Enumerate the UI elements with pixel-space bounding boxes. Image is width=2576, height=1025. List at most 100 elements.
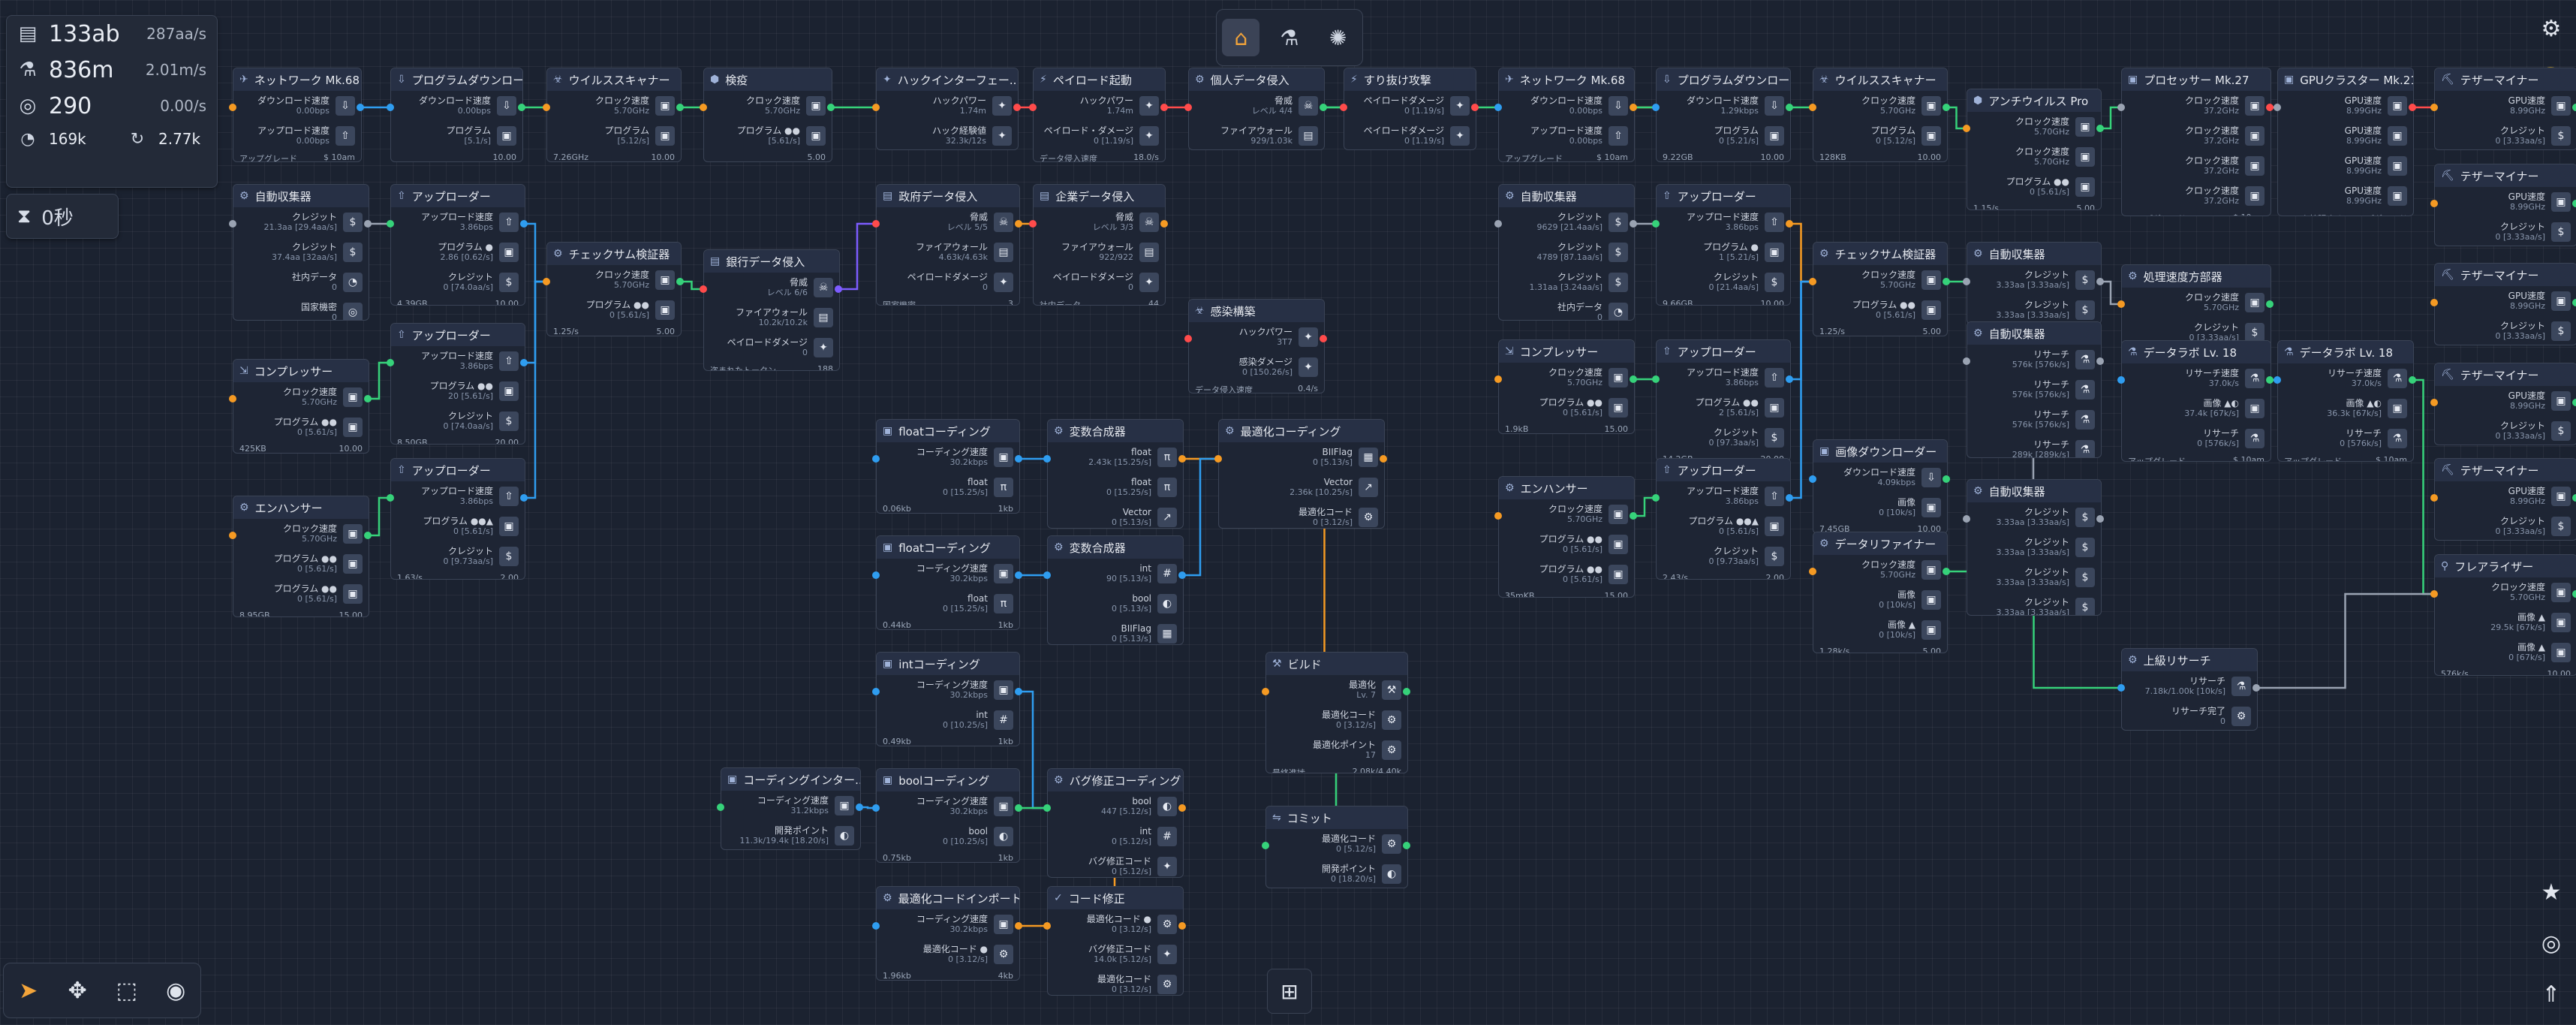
node-row-icon[interactable]: ▣ — [343, 524, 363, 544]
output-port[interactable] — [1015, 571, 1022, 579]
output-port[interactable] — [2266, 300, 2274, 308]
node-row-icon[interactable]: $ — [1608, 213, 1628, 232]
node-row-icon[interactable]: ◐ — [1157, 797, 1177, 816]
node-row-icon[interactable]: ⚙ — [1157, 915, 1177, 934]
output-port[interactable] — [1015, 922, 1022, 930]
output-port[interactable] — [1630, 512, 1637, 520]
node-row-icon[interactable]: ▦ — [1359, 448, 1378, 467]
node-card[interactable]: ▣ GPUクラスター Mk.21 GPU速度 8.99GHz ▣ GPU速度 8.99GHz… — [2277, 68, 2414, 216]
move-tool[interactable]: ✥ — [58, 971, 97, 1010]
node-row-icon[interactable]: ⇩ — [497, 96, 516, 116]
node-row-icon[interactable]: $ — [1608, 273, 1628, 292]
node-card[interactable]: ✓ コード修正 最適化コード ● 0 [3.12/s] ⚙ バグ修正コード 14.0k [5… — [1047, 886, 1184, 996]
input-port[interactable] — [1043, 804, 1051, 812]
output-port[interactable] — [1943, 104, 1950, 111]
input-port[interactable] — [229, 104, 236, 111]
node-row-icon[interactable]: # — [1157, 827, 1177, 846]
node-row-icon[interactable]: ▣ — [1765, 126, 1784, 146]
node-row-icon[interactable]: ▣ — [2551, 643, 2571, 662]
output-port[interactable] — [1178, 922, 1186, 930]
output-port[interactable] — [2572, 200, 2576, 207]
node-title-bar[interactable]: ⚙ 自動収集器 — [1967, 243, 2101, 265]
input-port[interactable] — [1340, 104, 1347, 111]
node-row-icon[interactable]: ⚗ — [2075, 440, 2095, 457]
output-port[interactable] — [835, 285, 842, 293]
node-row-icon[interactable]: $ — [2075, 508, 2095, 527]
node-title-bar[interactable]: ⚙ 変数合成器 — [1048, 420, 1183, 442]
ascension-tab[interactable]: ✺ — [1320, 19, 1357, 56]
node-row-icon[interactable]: ▣ — [994, 680, 1013, 700]
node-title-bar[interactable]: ▤ 政府データ侵入 — [877, 185, 1019, 207]
node-title-bar[interactable]: ⇧ アップローダー — [1657, 185, 1790, 207]
node-card[interactable]: ⚙ バグ修正コーディング bool 447 [5.12/s] ◐ int 0 [5.12/s… — [1047, 768, 1184, 878]
output-port[interactable] — [1630, 220, 1637, 228]
output-port[interactable] — [520, 494, 528, 502]
input-port[interactable] — [2430, 104, 2438, 111]
output-port[interactable] — [1160, 104, 1168, 111]
node-row-icon[interactable]: ▣ — [2075, 177, 2095, 197]
input-port[interactable] — [1029, 104, 1037, 111]
node-card[interactable]: ⇋ コミット 最適化コード 0 [5.12/s] ⚙ 開発ポイント 0 [18.20/s] ◐ — [1265, 806, 1408, 888]
node-row-icon[interactable]: ▣ — [2551, 391, 2571, 411]
node-row-icon[interactable]: ✦ — [1139, 273, 1159, 292]
node-title-bar[interactable]: ⚒ ビルド — [1266, 653, 1407, 675]
node-card[interactable]: ⇲ コンプレッサー クロック速度 5.70GHz ▣ プログラム ●● 0 [5.61/s]… — [1498, 339, 1635, 434]
node-card[interactable]: ⇧ アップローダー アップロード速度 3.86bps ⇧ プログラム ●●▲ 0 [5.61… — [1656, 458, 1791, 580]
node-card[interactable]: ▣ コーディングインター.. コーディング速度 31.2kbps ▣ 開発ポイント 11.3… — [721, 767, 861, 850]
node-row-icon[interactable]: ◐ — [994, 827, 1013, 846]
node-row-icon[interactable]: ⚒ — [1382, 680, 1401, 700]
node-row-icon[interactable]: ▣ — [806, 96, 826, 116]
node-row-icon[interactable]: ▣ — [2388, 126, 2407, 146]
output-port[interactable] — [2096, 357, 2104, 365]
output-port[interactable] — [2096, 515, 2104, 523]
node-card[interactable]: ⚙ エンハンサー クロック速度 5.70GHz ▣ プログラム ●● 0 [5.61/s] ▣… — [233, 496, 369, 617]
node-row-icon[interactable]: ▣ — [1765, 243, 1784, 262]
node-title-bar[interactable]: ⛏ テザーマイナー — [2435, 363, 2576, 386]
node-row-icon[interactable]: ▣ — [2551, 291, 2571, 311]
node-row-icon[interactable]: ✦ — [814, 338, 833, 357]
node-row-icon[interactable]: ▣ — [994, 797, 1013, 816]
node-card[interactable]: ⚒ ビルド 最適化 Lv. 7 ⚒ 最適化コード 0 [3.12/s] ⚙ 最適化ポイント 17 ⚙… — [1265, 652, 1408, 773]
node-title-bar[interactable]: ⚙ チェックサム検証器 — [1813, 243, 1947, 265]
node-card[interactable]: ⚙ 自動収集器 リサーチ 576k [576k/s] ⚗ リサーチ 576k [576k/s… — [1967, 321, 2102, 458]
node-row-icon[interactable]: $ — [2551, 421, 2571, 441]
input-port[interactable] — [1262, 688, 1269, 695]
node-title-bar[interactable]: ⚙ 最適化コードインポート — [877, 887, 1019, 909]
node-row-icon[interactable]: ▣ — [1921, 126, 1941, 146]
node-row-icon[interactable]: ⚙ — [1382, 740, 1401, 760]
node-row-icon[interactable]: ✦ — [994, 273, 1013, 292]
output-port[interactable] — [1178, 571, 1186, 579]
node-row-icon[interactable]: ▦ — [1157, 624, 1177, 644]
node-row-icon[interactable]: ⚙ — [1382, 710, 1401, 730]
output-port[interactable] — [2096, 278, 2104, 285]
node-row-icon[interactable]: ⚗ — [2388, 369, 2407, 388]
node-row-icon[interactable]: ▣ — [2245, 156, 2265, 176]
node-card[interactable]: ⇧ アップローダー アップロード速度 3.86bps ⇧ プログラム ●●▲ 0 [5.61… — [390, 458, 525, 580]
node-row-icon[interactable]: ⚗ — [2231, 677, 2251, 696]
node-row-icon[interactable]: π — [1157, 448, 1177, 467]
node-title-bar[interactable]: ⬢ 検疫 — [704, 68, 832, 91]
node-title-bar[interactable]: ☣ 感染構築 — [1189, 300, 1324, 322]
node-card[interactable]: ▣ floatコーディング コーディング速度 30.2kbps ▣ float 0 [15.… — [876, 419, 1020, 514]
node-card[interactable]: ⛏ テザーマイナー GPU速度 8.99GHz ▣ クレジット 0 [3.33aa/s] $ — [2434, 363, 2576, 445]
node-row-icon[interactable]: $ — [2075, 300, 2095, 320]
node-row-icon[interactable]: ⚗ — [2245, 429, 2265, 448]
node-row-icon[interactable]: ▣ — [655, 270, 675, 290]
node-title-bar[interactable]: ⚙ 個人データ侵入 — [1189, 68, 1324, 91]
node-card[interactable]: ⇧ アップローダー アップロード速度 3.86bps ⇧ プログラム ●● 20 [5.61… — [390, 323, 525, 445]
node-row-icon[interactable]: ⚗ — [2075, 380, 2095, 399]
node-card[interactable]: ⛏ テザーマイナー GPU速度 8.99GHz ▣ クレジット 0 [3.33aa/s] $ — [2434, 263, 2576, 345]
input-port[interactable] — [543, 278, 550, 285]
input-port[interactable] — [1809, 568, 1816, 575]
node-row-icon[interactable]: $ — [2551, 321, 2571, 341]
select-tool[interactable]: ➤ — [9, 971, 48, 1010]
node-row-icon[interactable]: π — [1157, 478, 1177, 497]
node-row-icon[interactable]: ▣ — [499, 381, 519, 401]
node-row-icon[interactable]: ▣ — [1765, 398, 1784, 418]
node-row-icon[interactable]: $ — [2075, 568, 2095, 587]
node-card[interactable]: ▣ intコーディング コーディング速度 30.2kbps ▣ int 0 [10.25/s… — [876, 652, 1020, 746]
input-port[interactable] — [1262, 842, 1269, 849]
node-row-icon[interactable]: $ — [2075, 270, 2095, 290]
node-row-icon[interactable]: ⚗ — [2388, 429, 2407, 448]
input-port[interactable] — [2430, 494, 2438, 502]
